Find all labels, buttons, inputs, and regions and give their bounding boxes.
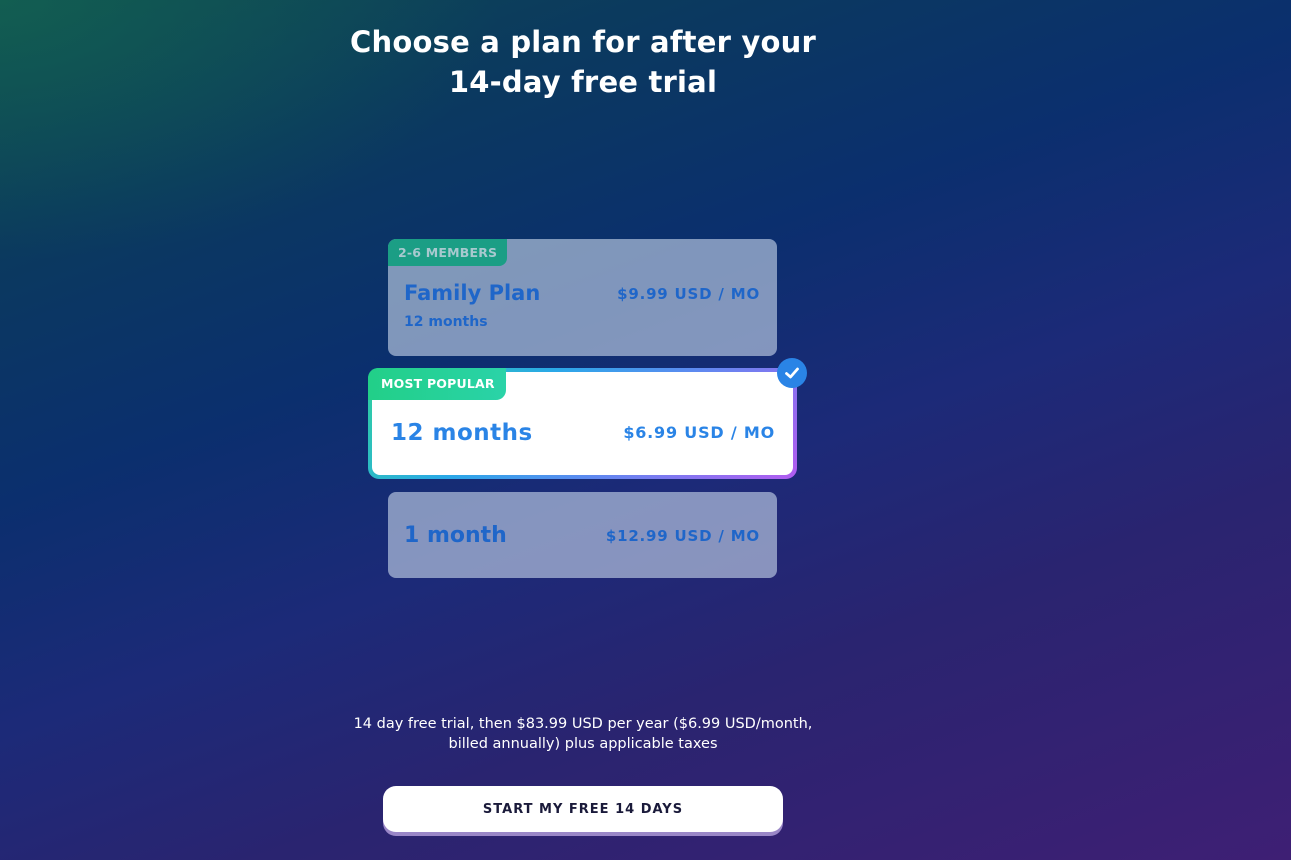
page-title: Choose a plan for after your 14-day free…: [333, 22, 833, 102]
plan-card-inner: MOST POPULAR 12 months $6.99 USD / MO: [368, 368, 793, 475]
plan-duration: 12 months: [404, 314, 488, 330]
plan-name: 1 month: [404, 523, 507, 548]
start-free-trial-button[interactable]: START MY FREE 14 DAYS: [383, 786, 783, 832]
plan-card-family[interactable]: 2-6 MEMBERS Family Plan 12 months $9.99 …: [388, 239, 777, 356]
plan-price: $12.99 USD / MO: [605, 527, 760, 545]
plan-name: 12 months: [391, 420, 533, 446]
most-popular-badge: MOST POPULAR: [368, 368, 506, 400]
page-title-line-2: 14-day free trial: [448, 65, 718, 99]
plan-price: $6.99 USD / MO: [623, 423, 775, 442]
check-icon: [777, 358, 807, 388]
plan-name: Family Plan: [404, 281, 541, 305]
trial-terms-line-2: billed annually) plus applicable taxes: [448, 736, 718, 752]
plan-card-1-month[interactable]: 1 month $12.99 USD / MO: [388, 492, 777, 578]
members-badge: 2-6 MEMBERS: [388, 239, 508, 266]
trial-terms-text: 14 day free trial, then $83.99 USD per y…: [333, 714, 833, 754]
plan-card-12-months[interactable]: MOST POPULAR 12 months $6.99 USD / MO: [368, 368, 797, 479]
check-mark-glyph: [785, 367, 799, 379]
page-title-line-1: Choose a plan for after your: [350, 25, 816, 59]
trial-terms-line-1: 14 day free trial, then $83.99 USD per y…: [353, 716, 813, 732]
plan-price: $9.99 USD / MO: [617, 285, 760, 303]
